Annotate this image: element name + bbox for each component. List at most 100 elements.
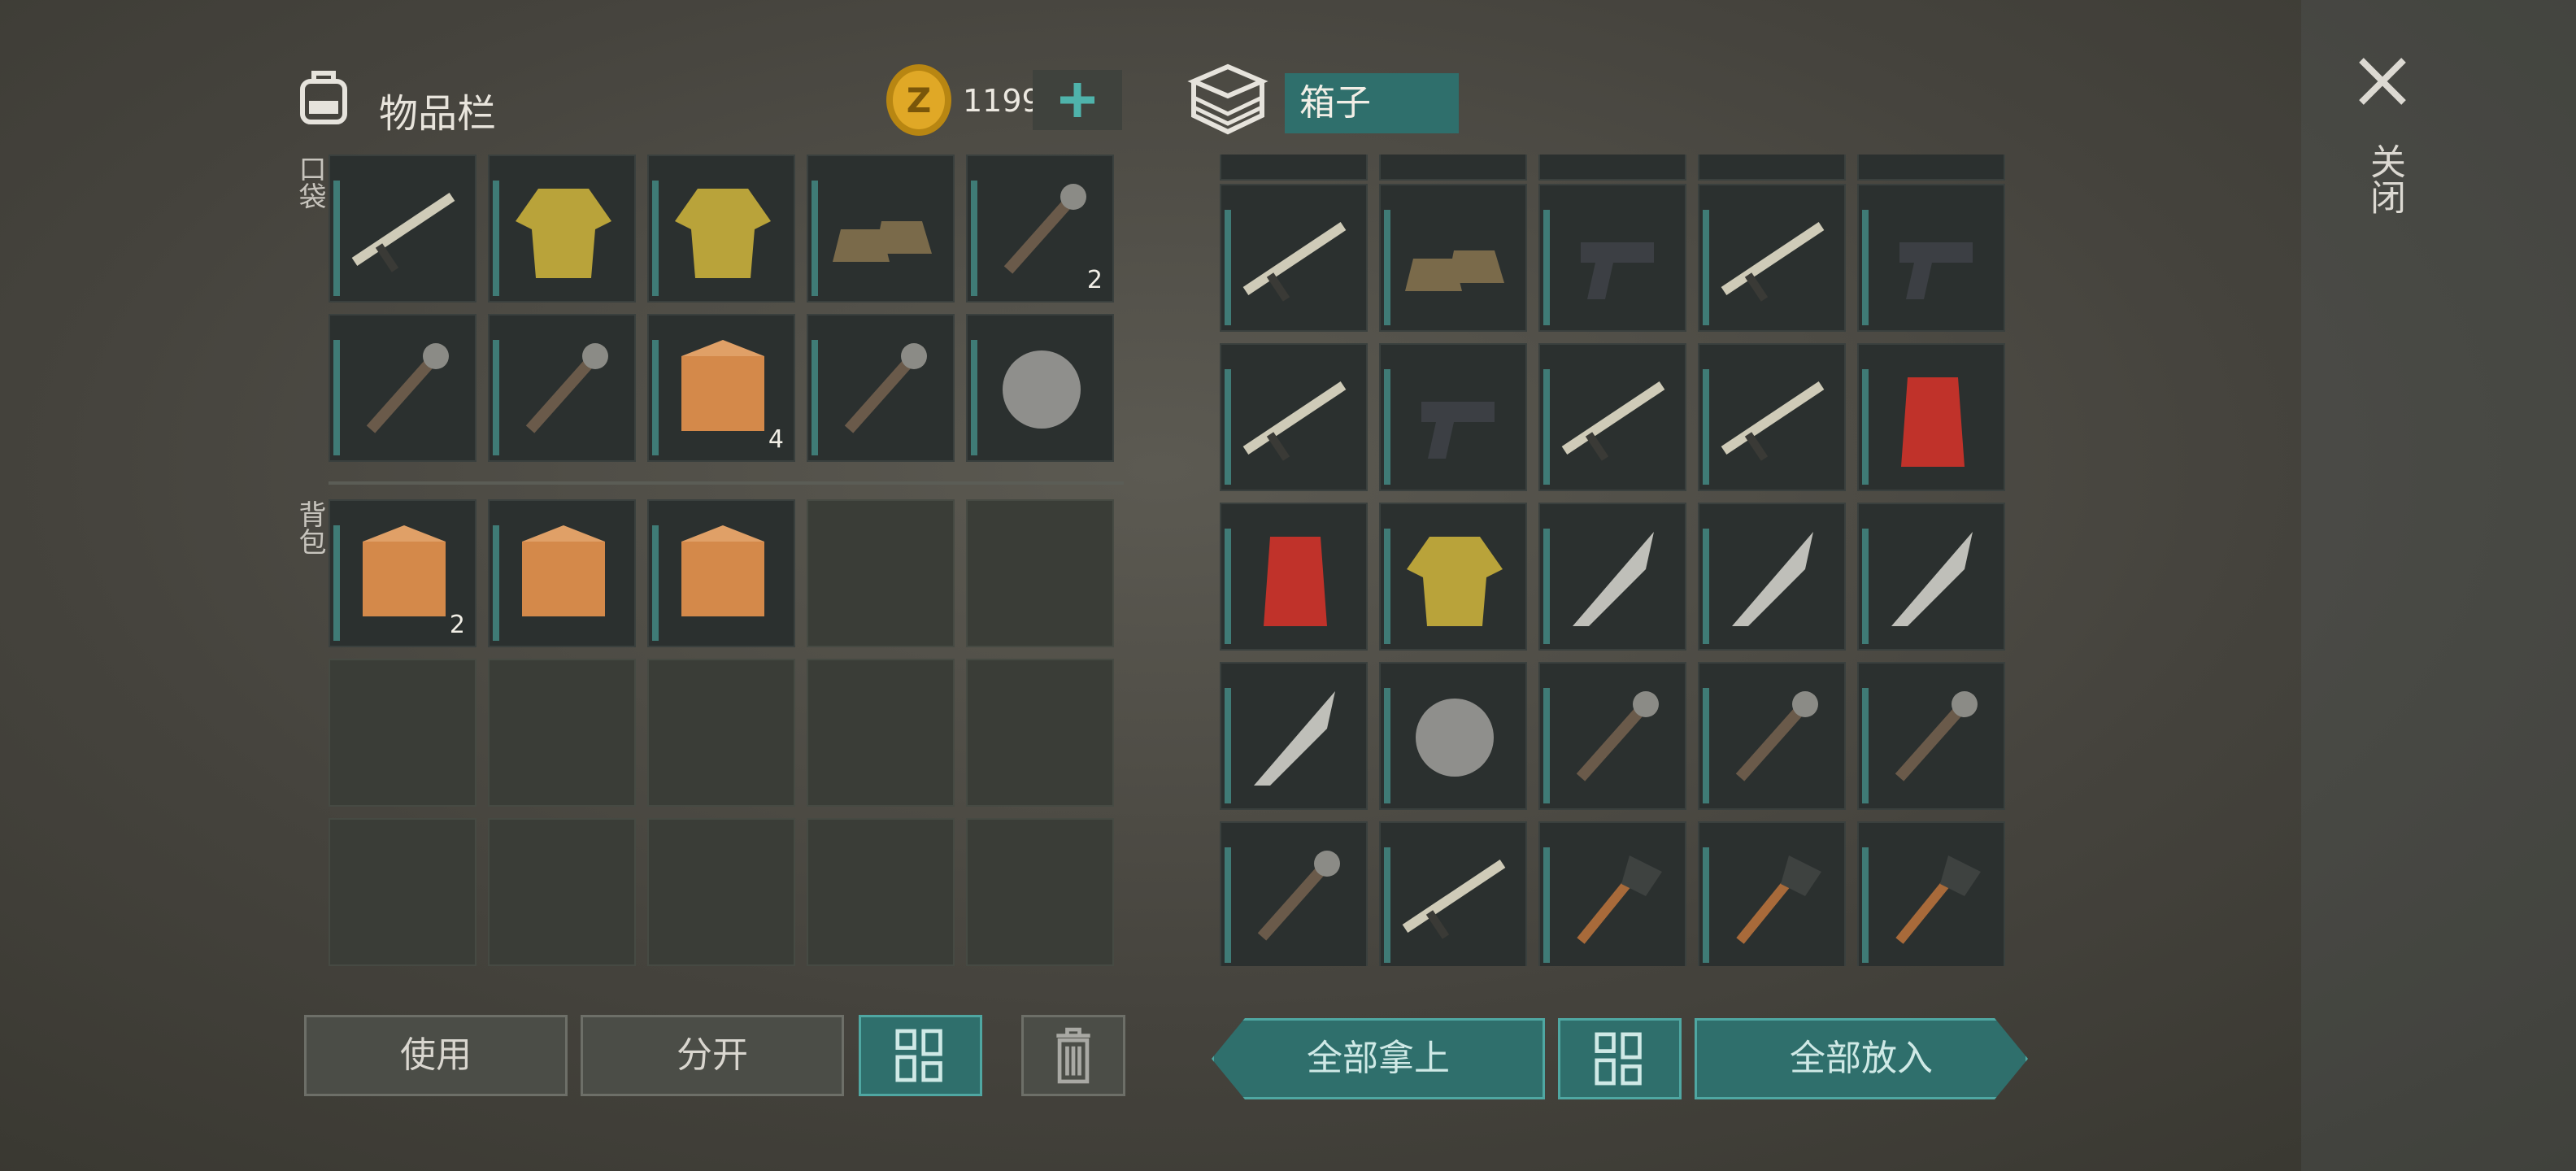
item-slot[interactable] [647, 155, 795, 303]
take-all-label: 全部拿上 [1307, 1038, 1450, 1079]
close-label: 关闭 [2364, 143, 2405, 215]
empty-slot[interactable] [329, 818, 476, 966]
item-slot[interactable] [1538, 503, 1686, 651]
durability-bar [1543, 368, 1550, 485]
item-slot[interactable] [1857, 662, 2005, 810]
item-slot[interactable] [966, 314, 1114, 462]
item-slot[interactable] [1857, 503, 2005, 651]
item-slot[interactable] [1220, 503, 1368, 651]
use-button[interactable]: 使用 [304, 1015, 568, 1096]
durability-bar [1384, 847, 1390, 963]
item-slot[interactable] [1857, 821, 2005, 966]
item-slot[interactable] [1220, 155, 1368, 181]
item-slot[interactable] [1698, 821, 1846, 966]
empty-slot[interactable] [807, 499, 955, 647]
put-all-button[interactable]: 全部放入 [1695, 1018, 2028, 1099]
durability-bar [652, 180, 659, 296]
durability-bar [1225, 209, 1231, 325]
durability-bar [812, 180, 818, 296]
durability-bar [493, 339, 499, 455]
empty-slot[interactable] [647, 659, 795, 807]
pocket-section-label: 口袋 [294, 155, 326, 210]
add-currency-button[interactable] [1033, 70, 1122, 130]
use-button-label: 使用 [400, 1034, 472, 1076]
empty-slot[interactable] [966, 659, 1114, 807]
item-slot[interactable] [807, 314, 955, 462]
item-slot[interactable] [1698, 155, 1846, 181]
durability-bar [1543, 209, 1550, 325]
item-slot[interactable] [1857, 184, 2005, 332]
empty-slot[interactable] [647, 818, 795, 966]
durability-bar [1703, 847, 1709, 963]
durability-bar [333, 525, 340, 641]
item-slot[interactable] [1220, 821, 1368, 966]
item-slot[interactable] [807, 155, 955, 303]
empty-slot[interactable] [807, 818, 955, 966]
grid-sort-icon [1595, 1032, 1642, 1086]
chest-icon [1186, 59, 1270, 140]
item-slot[interactable] [1538, 155, 1686, 181]
item-slot[interactable] [329, 155, 476, 303]
item-quantity: 2 [449, 611, 465, 639]
inventory-title: 物品栏 [379, 91, 497, 137]
item-slot[interactable]: 2 [966, 155, 1114, 303]
empty-slot[interactable] [966, 499, 1114, 647]
item-slot[interactable] [1220, 343, 1368, 491]
item-slot[interactable] [1220, 662, 1368, 810]
item-slot[interactable] [1379, 343, 1527, 491]
split-button[interactable]: 分开 [581, 1015, 844, 1096]
item-slot[interactable] [1698, 662, 1846, 810]
item-slot[interactable] [1379, 821, 1527, 966]
item-slot[interactable] [488, 314, 636, 462]
durability-bar [971, 180, 977, 296]
durability-bar [1225, 528, 1231, 644]
durability-bar [1703, 528, 1709, 644]
item-slot[interactable] [1379, 155, 1527, 181]
item-slot[interactable] [1698, 503, 1846, 651]
empty-slot[interactable] [807, 659, 955, 807]
durability-bar [1862, 368, 1869, 485]
item-slot[interactable] [1698, 343, 1846, 491]
item-slot[interactable] [1220, 184, 1368, 332]
item-slot[interactable]: 4 [647, 314, 795, 462]
item-slot[interactable] [1857, 155, 2005, 181]
item-slot[interactable] [1379, 662, 1527, 810]
durability-bar [1862, 687, 1869, 803]
durability-bar [1703, 687, 1709, 803]
grid-sort-icon [895, 1029, 942, 1082]
close-button[interactable]: 关闭 [2342, 41, 2423, 236]
empty-slot[interactable] [329, 659, 476, 807]
empty-slot[interactable] [488, 818, 636, 966]
sort-inventory-button[interactable] [859, 1015, 982, 1096]
empty-slot[interactable] [966, 818, 1114, 966]
durability-bar [812, 339, 818, 455]
put-all-label: 全部放入 [1790, 1038, 1933, 1079]
sort-chest-button[interactable] [1558, 1018, 1682, 1099]
durability-bar [1384, 687, 1390, 803]
item-slot[interactable] [647, 499, 795, 647]
item-slot[interactable] [1538, 184, 1686, 332]
item-slot[interactable] [1857, 343, 2005, 491]
durability-bar [493, 525, 499, 641]
item-slot[interactable] [488, 155, 636, 303]
item-slot[interactable] [1538, 662, 1686, 810]
durability-bar [1703, 368, 1709, 485]
item-slot[interactable] [1379, 503, 1527, 651]
durability-bar [971, 339, 977, 455]
durability-bar [1225, 687, 1231, 803]
section-divider [329, 481, 1124, 485]
item-slot[interactable] [1698, 184, 1846, 332]
item-slot[interactable]: 2 [329, 499, 476, 647]
coin-icon: Z [885, 63, 953, 137]
chest-grid[interactable] [1220, 155, 2018, 966]
item-slot[interactable] [329, 314, 476, 462]
item-slot[interactable] [1379, 184, 1527, 332]
empty-slot[interactable] [488, 659, 636, 807]
item-slot[interactable] [488, 499, 636, 647]
take-all-button[interactable]: 全部拿上 [1212, 1018, 1545, 1099]
chest-title-field[interactable]: 箱子 [1285, 73, 1459, 133]
item-slot[interactable] [1538, 821, 1686, 966]
delete-button[interactable] [1021, 1015, 1125, 1096]
durability-bar [1384, 368, 1390, 485]
item-slot[interactable] [1538, 343, 1686, 491]
